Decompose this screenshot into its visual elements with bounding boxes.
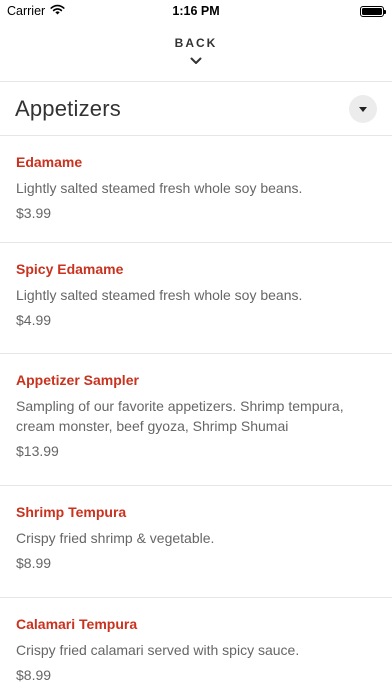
section-toggle-button[interactable] [349,94,377,123]
item-name: Edamame [16,154,83,170]
chevron-down-icon [190,52,202,70]
section-header: Appetizers [0,82,392,136]
item-name: Spicy Edamame [16,261,124,277]
item-description: Lightly salted steamed fresh whole soy b… [16,180,303,196]
carrier-label: Carrier [7,4,46,18]
status-bar: Carrier 1:16 PM [0,0,392,22]
item-name: Shrimp Tempura [16,504,127,520]
menu-item[interactable]: Shrimp Tempura Crispy fried shrimp & veg… [0,486,392,598]
screen: Carrier 1:16 PM BACK Appetizers Edamame … [0,0,392,696]
item-name: Appetizer Sampler [16,372,139,388]
menu-item[interactable]: Edamame Lightly salted steamed fresh who… [0,136,392,243]
item-price: $8.99 [16,667,52,683]
wifi-icon [50,4,65,18]
menu-item[interactable]: Spicy Edamame Lightly salted steamed fre… [0,243,392,354]
menu-item[interactable]: Appetizer Sampler Sampling of our favori… [0,354,392,486]
item-description: Sampling of our favorite appetizers. Shr… [16,398,344,434]
menu-list: Edamame Lightly salted steamed fresh who… [0,136,392,696]
item-name: Calamari Tempura [16,616,138,632]
back-label: BACK [174,35,218,50]
item-price: $8.99 [16,555,52,571]
item-description: Lightly salted steamed fresh whole soy b… [16,287,303,303]
status-left: Carrier [7,4,65,18]
section-title: Appetizers [15,95,121,121]
item-price: $3.99 [16,205,52,221]
item-description: Crispy fried shrimp & vegetable. [16,530,215,546]
battery-icon [360,5,386,17]
item-price: $4.99 [16,312,52,328]
menu-item[interactable]: Calamari Tempura Crispy fried calamari s… [0,598,392,696]
item-price: $13.99 [16,443,59,459]
back-button[interactable]: BACK [0,22,392,82]
caret-down-icon [359,100,367,118]
item-description: Crispy fried calamari served with spicy … [16,642,300,658]
